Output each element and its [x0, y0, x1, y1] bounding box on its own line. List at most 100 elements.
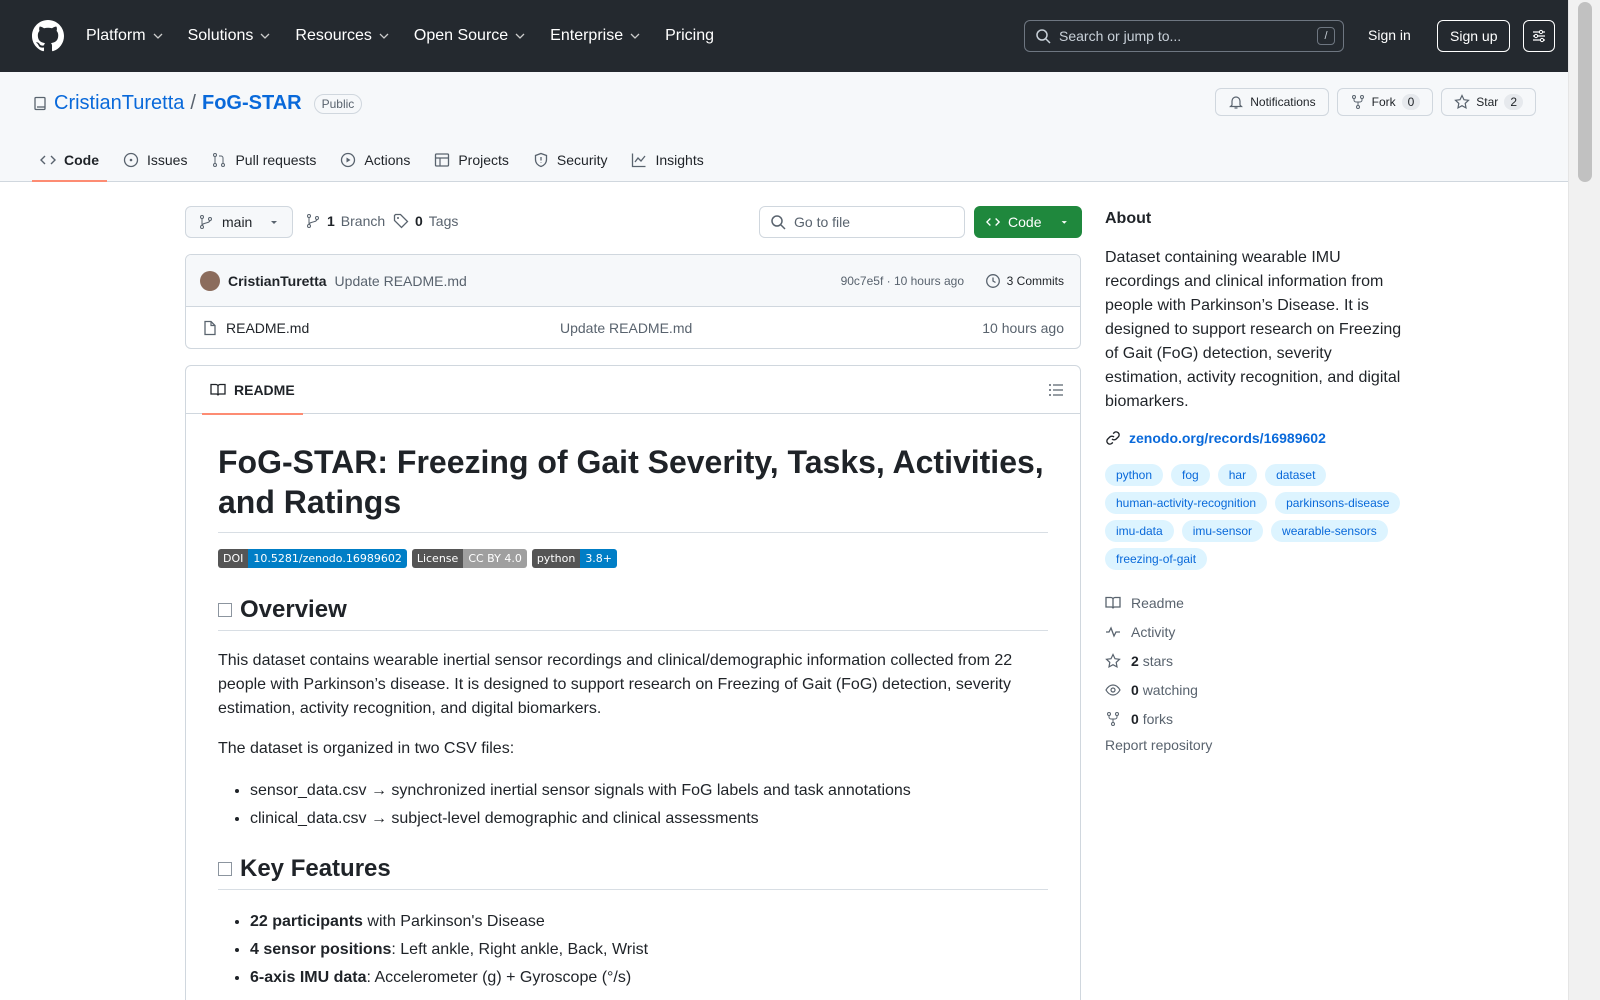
features-list: 22 participants with Parkinson's Disease…	[218, 908, 1048, 992]
tab-pull-requests[interactable]: Pull requests	[203, 138, 324, 182]
topic-tag[interactable]: freezing-of-gait	[1105, 548, 1208, 570]
tab-label: Actions	[364, 152, 411, 168]
stars-link[interactable]: 2 stars	[1105, 646, 1405, 675]
tab-label: Security	[556, 152, 608, 168]
watching-count: 0	[1131, 681, 1139, 698]
nav-label: Enterprise	[550, 27, 624, 44]
nav-resources[interactable]: Resources	[295, 27, 389, 45]
watching-label: watching	[1142, 681, 1198, 698]
watching-text: 0 watching	[1131, 682, 1198, 698]
repo-owner-link[interactable]: CristianTuretta	[54, 92, 184, 115]
tab-label: Insights	[655, 152, 704, 168]
feature-bold: 22 participants	[250, 913, 363, 930]
visibility-badge: Public	[313, 93, 363, 114]
tab-code[interactable]: Code	[32, 138, 107, 182]
report-repository-link[interactable]: Report repository	[1105, 737, 1405, 753]
file-list: CristianTuretta Update README.md 90c7e5f…	[185, 254, 1081, 349]
feature-bold: 4 sensor positions	[250, 941, 392, 958]
tab-actions[interactable]: Actions	[332, 138, 418, 182]
nav-platform[interactable]: Platform	[86, 27, 164, 45]
repo-icon	[34, 96, 46, 110]
branch-select-button[interactable]: main	[185, 206, 294, 238]
file-name-link[interactable]: README.md	[226, 320, 309, 336]
branches-link[interactable]: 1 Branch	[305, 213, 385, 229]
menu-button[interactable]	[1523, 20, 1555, 52]
commit-sha-time[interactable]: 90c7e5f · 10 hours ago	[841, 274, 964, 288]
avatar[interactable]	[200, 270, 220, 291]
commits-link[interactable]: 3 Commits	[985, 273, 1064, 289]
repo-tabs: Code Issues Pull requests Actions Projec…	[32, 138, 712, 182]
commits-label: 3 Commits	[1006, 273, 1064, 288]
nav-enterprise[interactable]: Enterprise	[550, 27, 641, 45]
topic-tag[interactable]: human-activity-recognition	[1105, 492, 1268, 514]
sign-in-link[interactable]: Sign in	[1368, 27, 1411, 43]
topic-tag[interactable]: python	[1105, 464, 1164, 486]
readme-header: README	[186, 366, 1080, 415]
caret-down-icon	[271, 221, 278, 224]
python-badge[interactable]: python 3.8+	[531, 549, 618, 568]
feature-text: with Parkinson's Disease	[362, 913, 545, 930]
nav-pricing[interactable]: Pricing	[665, 27, 714, 45]
page-scrollbar[interactable]	[1568, 0, 1600, 1000]
go-to-file-input[interactable]: Go to file	[759, 206, 965, 238]
topic-tag[interactable]: parkinsons-disease	[1275, 492, 1401, 514]
feature-text: : Accelerometer (g) + Gyroscope (°/s)	[366, 969, 632, 986]
activity-link[interactable]: Activity	[1105, 617, 1405, 646]
outline-list-icon[interactable]	[1048, 382, 1064, 398]
badge-left: python	[531, 549, 581, 568]
tab-security[interactable]: Security	[525, 138, 616, 182]
topic-tag[interactable]: imu-data	[1105, 520, 1174, 542]
topic-tag[interactable]: wearable-sensors	[1271, 520, 1388, 542]
pull-request-icon	[213, 153, 226, 167]
tab-issues[interactable]: Issues	[115, 138, 195, 182]
tab-projects[interactable]: Projects	[426, 138, 517, 182]
fork-button[interactable]: Fork 0	[1336, 88, 1434, 116]
star-label: Star	[1476, 95, 1499, 109]
readme-tab[interactable]: README	[202, 366, 303, 415]
list-item: 6-axis IMU data: Accelerometer (g) + Gyr…	[250, 964, 1048, 992]
overview-files-intro: The dataset is organized in two CSV file…	[218, 740, 515, 757]
search-placeholder: Search or jump to...	[1059, 28, 1182, 44]
nav-open-source[interactable]: Open Source	[414, 27, 526, 45]
branches-count: 1	[327, 213, 335, 229]
github-logo-icon[interactable]	[32, 20, 64, 52]
website-link[interactable]: zenodo.org/records/16989602	[1105, 430, 1405, 446]
commit-message[interactable]: Update README.md	[335, 273, 467, 289]
topic-tag[interactable]: har	[1217, 464, 1258, 486]
stars-label: stars	[1142, 652, 1174, 669]
topic-tag[interactable]: dataset	[1265, 464, 1327, 486]
issue-icon	[123, 152, 139, 168]
watching-link[interactable]: 0 watching	[1105, 675, 1405, 704]
star-button[interactable]: Star 2	[1441, 88, 1536, 116]
forks-link[interactable]: 0 forks	[1105, 704, 1405, 733]
pulse-icon	[1106, 625, 1120, 638]
book-icon	[1105, 596, 1121, 609]
play-icon	[341, 152, 356, 168]
forks-label: forks	[1142, 710, 1174, 727]
sign-up-button[interactable]: Sign up	[1437, 20, 1511, 52]
tab-label: Projects	[458, 152, 509, 168]
global-search-input[interactable]: Search or jump to... /	[1024, 20, 1344, 52]
file-icon	[204, 320, 216, 336]
code-icon	[986, 218, 1001, 226]
chevron-down-icon	[515, 33, 525, 39]
feature-text: : Left ankle, Right ankle, Back, Wrist	[391, 941, 649, 958]
forks-text: 0 forks	[1131, 711, 1173, 727]
doi-badge[interactable]: DOI 10.5281/zenodo.16989602	[218, 549, 407, 568]
nav-solutions[interactable]: Solutions	[188, 27, 272, 45]
chevron-down-icon	[379, 33, 389, 39]
topic-tag[interactable]: imu-sensor	[1181, 520, 1264, 542]
license-badge[interactable]: License CC BY 4.0	[411, 549, 527, 568]
file-commit-message[interactable]: Update README.md	[560, 320, 692, 336]
topic-tag[interactable]: fog	[1171, 464, 1210, 486]
tab-insights[interactable]: Insights	[623, 138, 711, 182]
repo-name-link[interactable]: FoG-STAR	[202, 92, 302, 115]
tags-link[interactable]: 0 Tags	[393, 213, 458, 229]
fork-icon	[1107, 711, 1119, 726]
nav-label: Platform	[86, 27, 146, 44]
readme-link[interactable]: Readme	[1105, 588, 1405, 617]
code-dropdown-button[interactable]: Code	[974, 206, 1082, 238]
scrollbar-thumb[interactable]	[1578, 2, 1592, 182]
notifications-button[interactable]: Notifications	[1215, 88, 1329, 116]
commit-author[interactable]: CristianTuretta	[228, 273, 327, 289]
